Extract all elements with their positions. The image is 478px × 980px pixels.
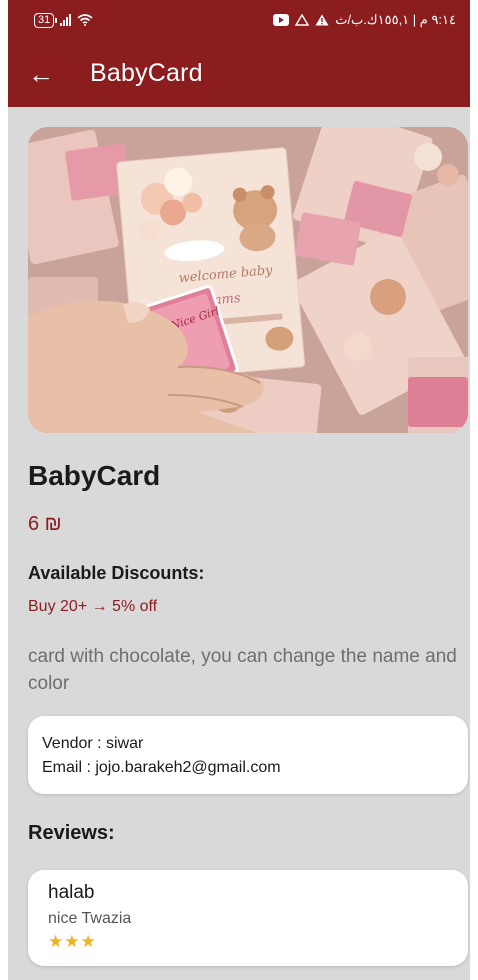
signal-icon — [60, 14, 72, 26]
vendor-email: Email : jojo.barakeh2@gmail.com — [42, 759, 281, 776]
product-image: welcome baby shams Nice Girl — [28, 127, 468, 433]
drive-icon — [295, 14, 310, 26]
review-card: halab nice Twazia ★★★ — [28, 870, 468, 966]
reviews-heading: Reviews: — [28, 822, 115, 844]
arrow-left-icon[interactable]: ← — [28, 61, 56, 87]
review-text: nice Twazia — [48, 910, 132, 927]
product-price: 6 ₪ — [28, 513, 62, 535]
product-photo-illustration: welcome baby shams Nice Girl — [28, 127, 468, 433]
status-bar: 31 ٩:١٤ م | ١٥٥,١ك.ب/ث — [8, 0, 470, 40]
vendor-card: Vendor : siwar Email : jojo.barakeh2@gma… — [28, 716, 468, 794]
wifi-icon — [77, 14, 93, 26]
screen-frame-left — [0, 0, 8, 980]
toolbar: ← BabyCard — [8, 40, 470, 107]
status-left: 31 — [34, 12, 93, 28]
status-right: ٩:١٤ م | ١٥٥,١ك.ب/ث — [273, 12, 456, 28]
product-name: BabyCard — [28, 460, 161, 491]
discount-item: Buy 20+ → 5% off — [28, 598, 158, 615]
product-description: card with chocolate, you can change the … — [28, 646, 457, 694]
warning-icon — [315, 14, 329, 26]
discounts-heading: Available Discounts: — [28, 563, 205, 583]
youtube-icon — [273, 14, 290, 26]
status-time-text: ٩:١٤ م | ١٥٥,١ك.ب/ث — [335, 12, 456, 27]
star-rating-icon: ★★★ — [48, 932, 97, 951]
app-bar: 31 ٩:١٤ م | ١٥٥,١ك.ب/ث ← BabyCard — [8, 0, 470, 107]
screen-frame-right — [470, 0, 478, 980]
vendor-name: Vendor : siwar — [42, 735, 144, 752]
battery-icon: 31 — [34, 12, 58, 28]
review-author: halab — [48, 882, 95, 903]
page-title: BabyCard — [90, 59, 203, 87]
